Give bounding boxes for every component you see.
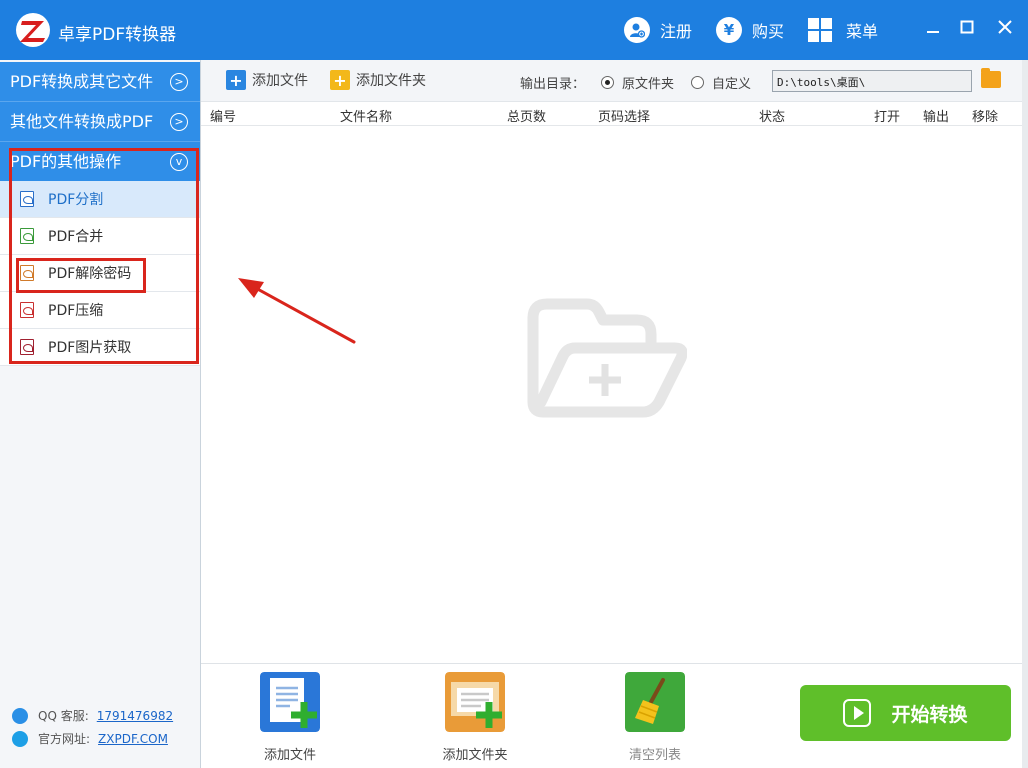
- yen-icon: ¥: [716, 17, 742, 43]
- toolbar: + 添加文件 + 添加文件夹 输出目录： 原文件夹 自定义 D:\tools\桌…: [201, 60, 1022, 102]
- clear-list-label: 清空列表: [628, 748, 681, 763]
- big-add-folder-button[interactable]: 添加文件夹: [425, 672, 525, 763]
- app-logo-icon: [16, 13, 50, 47]
- add-folder-button[interactable]: + 添加文件夹: [330, 70, 426, 90]
- subitem-pdf-image-extract[interactable]: PDF图片获取: [0, 329, 200, 366]
- subitem-pdf-split[interactable]: PDF分割: [0, 181, 200, 218]
- menu-button[interactable]: 菜单: [808, 14, 878, 46]
- category-pdf-other-ops[interactable]: PDF的其他操作 v: [0, 142, 200, 182]
- col-pages: 总页数: [507, 110, 547, 125]
- minimize-button[interactable]: [920, 14, 946, 40]
- radio-dot: [691, 76, 704, 89]
- qq-link[interactable]: 1791476982: [97, 709, 173, 723]
- contact-site: 官方网址: ZXPDF.COM: [12, 730, 168, 747]
- add-folder-large-icon: [445, 672, 505, 732]
- col-number: 编号: [210, 110, 237, 125]
- close-icon: [998, 20, 1012, 34]
- col-open: 打开: [874, 110, 901, 125]
- add-file-label: 添加文件: [252, 73, 308, 89]
- category-pdf-to-other[interactable]: PDF转换成其它文件 >: [0, 62, 200, 102]
- title-bar: 卓享PDF转换器 注册 ¥ 购买 菜单: [0, 0, 1028, 60]
- subitem-label: PDF合并: [48, 229, 104, 245]
- file-list-area[interactable]: [201, 126, 1022, 663]
- subitem-pdf-merge[interactable]: PDF合并: [0, 218, 200, 255]
- col-filename: 文件名称: [340, 110, 393, 125]
- col-status: 状态: [759, 110, 786, 125]
- output-dir-label: 输出目录：: [520, 77, 586, 92]
- subitem-label: PDF压缩: [48, 303, 104, 319]
- radio-label: 原文件夹: [622, 77, 675, 92]
- radio-dot: [601, 76, 614, 89]
- start-convert-label: 开始转换: [891, 703, 968, 726]
- close-button[interactable]: [992, 14, 1018, 40]
- add-folder-label: 添加文件夹: [356, 73, 426, 89]
- pdf-file-icon: [20, 228, 34, 244]
- app-title: 卓享PDF转换器: [58, 25, 177, 45]
- radio-label: 自定义: [712, 77, 752, 92]
- radio-original-folder[interactable]: 原文件夹: [601, 73, 674, 92]
- bottom-action-bar: 添加文件 添加文件夹 清空列表 开始转换: [201, 663, 1022, 768]
- radio-custom[interactable]: 自定义: [691, 73, 751, 92]
- sidebar: PDF转换成其它文件 > 其他文件转换成PDF > PDF的其他操作 v PDF…: [0, 60, 201, 768]
- qq-icon: [12, 707, 28, 724]
- scrollbar-track[interactable]: [1022, 60, 1028, 768]
- qq-label: QQ 客服:: [38, 709, 89, 723]
- chevron-down-icon: v: [170, 153, 188, 171]
- category-label: PDF的其他操作: [10, 152, 122, 171]
- output-path-field[interactable]: D:\tools\桌面\: [772, 70, 972, 92]
- empty-folder-icon: [527, 298, 687, 418]
- add-file-large-icon: [260, 672, 320, 732]
- maximize-icon: [960, 20, 974, 34]
- user-icon: [624, 17, 650, 43]
- subitem-label: PDF图片获取: [48, 340, 132, 356]
- col-page-select: 页码选择: [598, 110, 651, 125]
- register-label: 注册: [660, 22, 693, 41]
- buy-label: 购买: [752, 22, 785, 41]
- pdf-file-icon: [20, 302, 34, 318]
- subitem-label: PDF分割: [48, 192, 104, 208]
- subitem-pdf-compress[interactable]: PDF压缩: [0, 292, 200, 329]
- file-table-header: 编号 文件名称 总页数 页码选择 状态 打开 输出 移除: [201, 102, 1022, 126]
- pdf-file-icon: [20, 265, 34, 281]
- add-file-icon: +: [226, 70, 246, 90]
- ie-icon: [12, 730, 28, 747]
- clear-list-button[interactable]: 清空列表: [605, 672, 705, 763]
- contact-qq: QQ 客服: 1791476982: [12, 707, 173, 724]
- col-remove: 移除: [972, 110, 999, 125]
- big-add-file-button[interactable]: 添加文件: [240, 672, 340, 763]
- start-convert-button[interactable]: 开始转换: [800, 685, 1011, 741]
- buy-button[interactable]: ¥ 购买: [716, 14, 784, 46]
- chevron-right-icon: >: [170, 73, 188, 91]
- col-output: 输出: [923, 110, 950, 125]
- site-label: 官方网址:: [38, 732, 91, 746]
- menu-label: 菜单: [846, 22, 879, 41]
- big-add-file-label: 添加文件: [263, 748, 316, 763]
- add-file-button[interactable]: + 添加文件: [226, 70, 308, 90]
- subitem-pdf-unlock[interactable]: PDF解除密码: [0, 255, 200, 292]
- broom-icon: [625, 672, 685, 732]
- big-add-folder-label: 添加文件夹: [442, 748, 508, 763]
- minimize-icon: [927, 31, 939, 33]
- register-button[interactable]: 注册: [624, 14, 692, 46]
- grid-menu-icon: [808, 18, 832, 42]
- add-folder-icon: +: [330, 70, 350, 90]
- pdf-file-icon: [20, 191, 34, 207]
- maximize-button[interactable]: [954, 14, 980, 40]
- pdf-file-icon: [20, 339, 34, 355]
- chevron-right-icon: >: [170, 113, 188, 131]
- site-link[interactable]: ZXPDF.COM: [98, 732, 168, 746]
- category-label: PDF转换成其它文件: [10, 72, 154, 91]
- subitem-label: PDF解除密码: [48, 266, 132, 282]
- play-icon: [843, 699, 872, 727]
- category-label: 其他文件转换成PDF: [10, 112, 154, 131]
- browse-folder-icon[interactable]: [981, 68, 1001, 88]
- category-other-to-pdf[interactable]: 其他文件转换成PDF >: [0, 102, 200, 142]
